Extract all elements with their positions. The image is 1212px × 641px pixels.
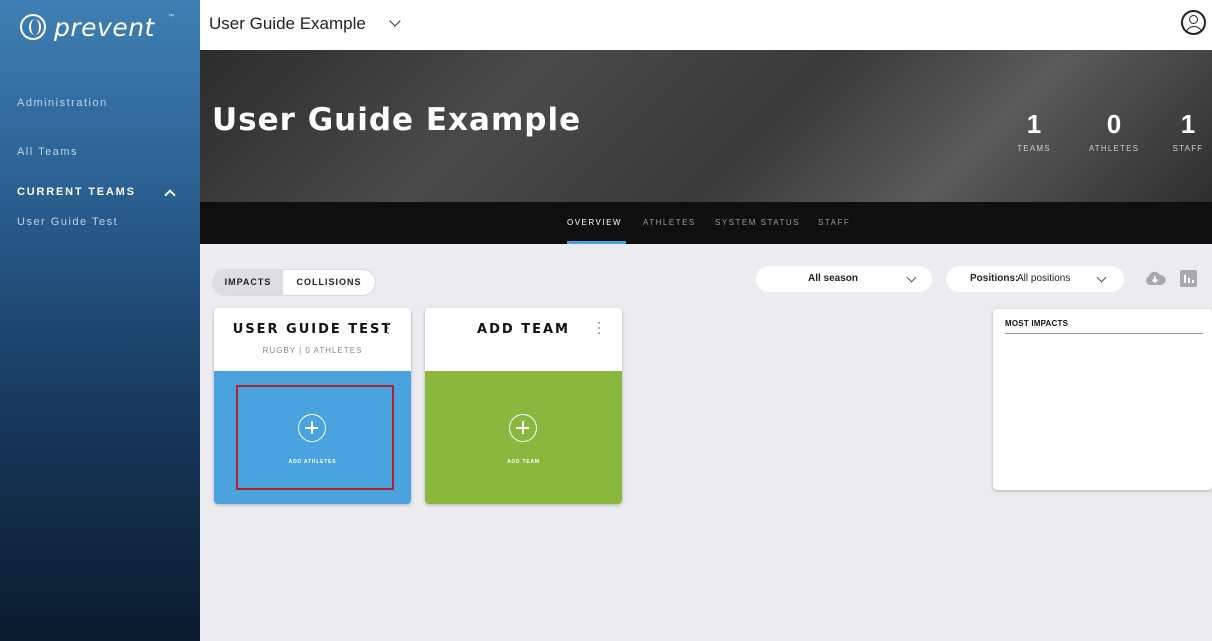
stat-value: 0 <box>1106 109 1122 139</box>
tab-overview[interactable]: OVERVIEW <box>567 218 622 227</box>
tab-staff[interactable]: STAFF <box>818 218 850 227</box>
brand-logo[interactable]: prevent <box>20 12 155 42</box>
stat-value: 1 <box>1180 109 1196 139</box>
team-card[interactable]: USER GUIDE TEST RUGBY | 0 ATHLETES ADD A… <box>214 308 411 504</box>
plus-circle-icon[interactable] <box>509 414 537 442</box>
stat-teams: 1 TEAMS <box>1012 110 1056 153</box>
positions-label: Positions: <box>970 273 1019 284</box>
plus-circle-icon[interactable] <box>298 414 326 442</box>
card-header: ADD TEAM <box>425 308 622 371</box>
sidebar-item-administration[interactable]: Administration <box>17 97 108 109</box>
active-tab-indicator <box>567 241 626 244</box>
add-team-area[interactable]: ADD TEAM <box>425 371 622 504</box>
chevron-down-icon <box>1096 272 1107 283</box>
tab-system-status[interactable]: SYSTEM STATUS <box>715 218 800 227</box>
top-bar: User Guide Example <box>200 0 1212 50</box>
hero-banner: User Guide Example 1 TEAMS 0 ATHLETES 1 … <box>200 50 1212 202</box>
cloud-download-icon[interactable] <box>1144 271 1166 286</box>
divider <box>1005 333 1203 334</box>
sidebar-item-all-teams[interactable]: All Teams <box>17 146 78 158</box>
logo-icon <box>20 14 46 40</box>
card-title: ADD TEAM <box>477 322 570 337</box>
card-subtitle: RUGBY | 0 ATHLETES <box>262 346 363 355</box>
kebab-menu-icon[interactable] <box>387 322 390 335</box>
add-athletes-area[interactable]: ADD ATHLETES <box>214 371 411 504</box>
organization-selector[interactable]: User Guide Example <box>209 14 366 34</box>
kebab-menu-icon[interactable] <box>598 322 601 335</box>
card-header: USER GUIDE TEST RUGBY | 0 ATHLETES <box>214 308 411 371</box>
chevron-down-icon <box>906 272 917 283</box>
profile-icon[interactable] <box>1181 10 1206 35</box>
positions-value: All positions <box>1017 273 1071 284</box>
chevron-down-icon[interactable] <box>389 15 401 27</box>
tab-bar: OVERVIEW ATHLETES SYSTEM STATUS STAFF <box>200 202 1212 244</box>
add-team-label: ADD TEAM <box>507 459 540 465</box>
metric-toggle: IMPACTS COLLISIONS <box>213 270 375 295</box>
panel-title: MOST IMPACTS <box>1005 319 1069 328</box>
add-team-card[interactable]: ADD TEAM ADD TEAM <box>425 308 622 504</box>
sidebar-item-user-guide-test[interactable]: User Guide Test <box>17 216 118 228</box>
sidebar: prevent ™ Administration All Teams CURRE… <box>0 0 200 641</box>
toggle-impacts[interactable]: IMPACTS <box>213 270 283 295</box>
stat-label: TEAMS <box>1017 144 1051 153</box>
bar-chart-icon[interactable] <box>1180 270 1197 287</box>
page-title: User Guide Example <box>212 102 582 138</box>
add-athletes-label: ADD ATHLETES <box>288 459 337 465</box>
chevron-up-icon[interactable] <box>164 189 176 201</box>
season-dropdown[interactable]: All season <box>756 266 932 292</box>
tab-athletes[interactable]: ATHLETES <box>643 218 696 227</box>
stat-athletes: 0 ATHLETES <box>1081 110 1147 153</box>
stat-value: 1 <box>1026 109 1042 139</box>
most-impacts-panel: MOST IMPACTS <box>993 309 1212 490</box>
brand-name: prevent <box>54 12 155 42</box>
stat-label: STAFF <box>1172 144 1204 153</box>
card-title: USER GUIDE TEST <box>232 322 393 337</box>
sidebar-section-current-teams[interactable]: CURRENT TEAMS <box>17 186 136 198</box>
season-value: All season <box>808 273 859 284</box>
stat-label: ATHLETES <box>1088 144 1140 153</box>
toggle-collisions[interactable]: COLLISIONS <box>283 270 375 295</box>
trademark: ™ <box>168 14 174 20</box>
positions-dropdown[interactable]: Positions: All positions <box>946 266 1124 292</box>
stat-staff: 1 STAFF <box>1168 110 1208 153</box>
